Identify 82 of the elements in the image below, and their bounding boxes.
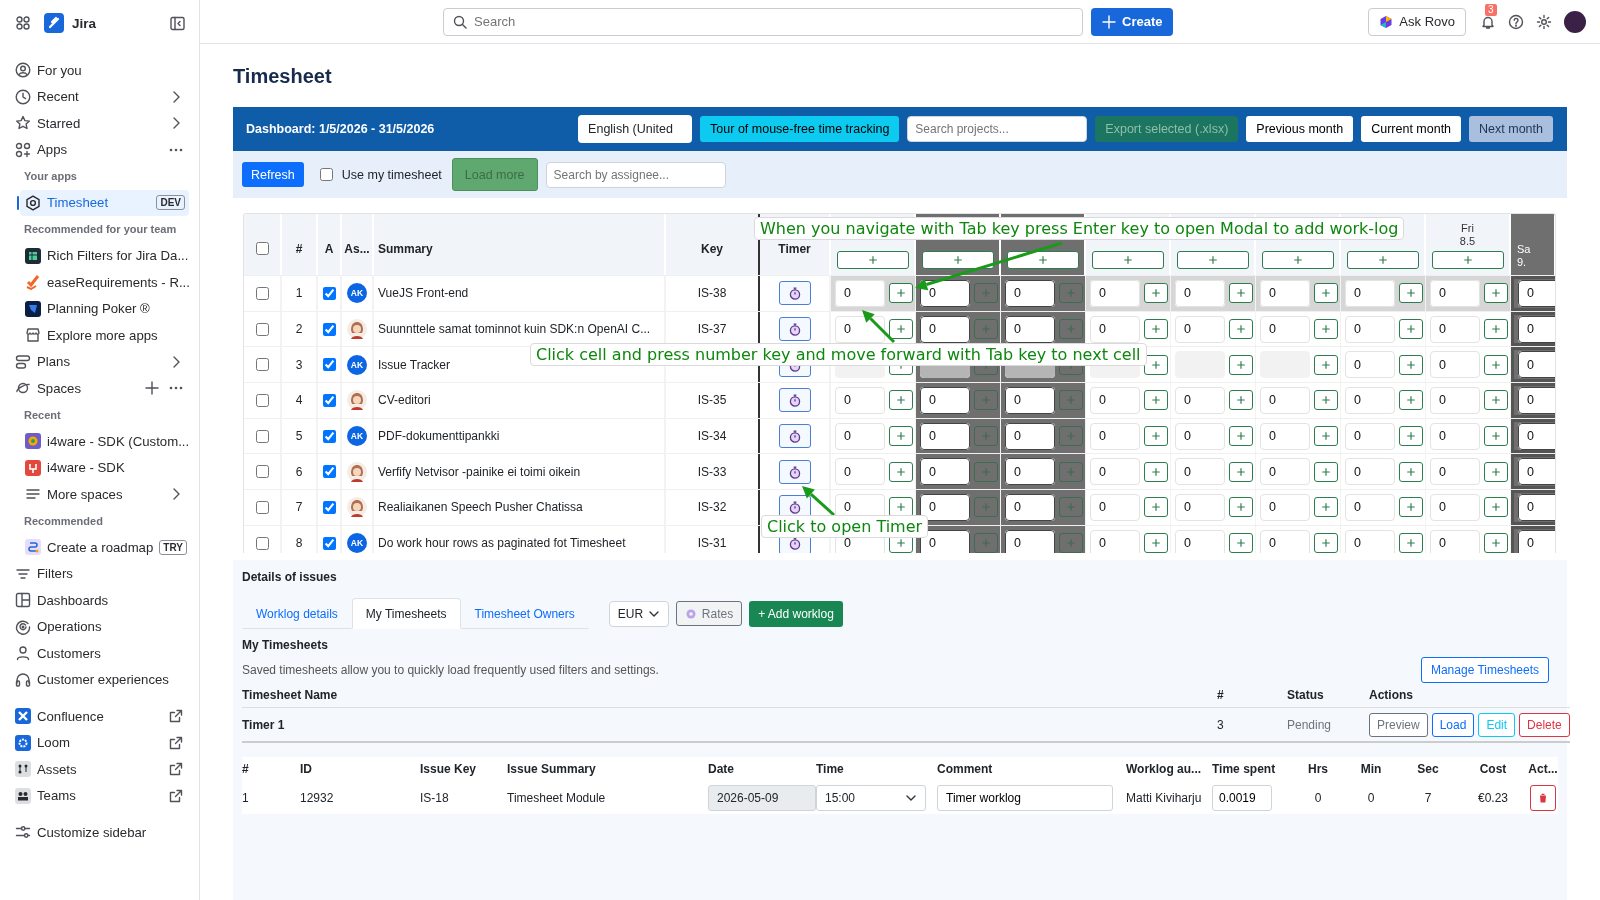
tag: DEV: [156, 195, 185, 211]
section-title: Details of issues: [242, 570, 338, 584]
column-header: ID: [300, 761, 313, 778]
day-label: 9.: [1517, 256, 1527, 269]
column-header: Hrs: [1307, 761, 1329, 778]
column-header: Time spent: [1212, 761, 1277, 778]
section-heading: Recent: [23, 407, 62, 423]
row-number: 7: [295, 500, 303, 515]
table-cell-text: €0.23: [1477, 789, 1509, 807]
row-number: 5: [295, 429, 303, 444]
issue-summary: VueJS Front-end: [378, 286, 469, 301]
row-number: 3: [295, 357, 303, 372]
table-cell-text: 1: [242, 789, 250, 807]
tag: TRY: [159, 539, 187, 555]
issue-summary: Issue Tracker: [378, 357, 451, 372]
annotation-tooltip: Click to open Timer: [761, 515, 929, 538]
table-cell: 3: [1217, 708, 1287, 743]
issue-summary: PDF-dokumenttipankki: [378, 429, 500, 444]
column-header: Issue Summary: [507, 761, 597, 778]
column-header: Act...: [1528, 761, 1558, 778]
issue-key: IS-35: [697, 393, 727, 408]
avatar: AK: [347, 426, 367, 447]
row-number: 2: [295, 322, 303, 337]
table-cell-text: Matti Kiviharju: [1126, 789, 1203, 807]
column-header: Timer: [778, 241, 811, 256]
issue-summary: CV-editori: [378, 393, 431, 408]
checkbox-label: Use my timesheet: [341, 167, 442, 182]
row-number: 1: [295, 286, 303, 301]
section-heading: Your apps: [23, 169, 78, 185]
column-header: Timesheet Name: [242, 683, 1217, 708]
column-header: Date: [708, 761, 735, 778]
table-cell-text: 0: [1313, 789, 1323, 807]
table-cell-text: Timesheet Module: [507, 789, 607, 807]
issue-key: IS-38: [697, 286, 727, 301]
annotation-tooltip: Click cell and press number key and move forward with Tab key to next cell: [530, 343, 1147, 366]
avatar: AK: [347, 283, 367, 304]
day-label: Fri: [1461, 222, 1474, 235]
issue-key: IS-33: [697, 464, 727, 479]
row-number: 4: [295, 393, 303, 408]
table-cell-text: 0: [1366, 789, 1376, 807]
issue-summary: Realiaikanen Speech Pusher Chatissa: [378, 500, 583, 515]
issue-summary: Verfify Netvisor -painike ei toimi oikein: [378, 464, 581, 479]
column-header: Worklog au...: [1126, 761, 1203, 778]
column-header: Issue Key: [420, 761, 478, 778]
issue-key: IS-31: [697, 536, 727, 551]
column-header: Cost: [1478, 761, 1508, 778]
column-header: Comment: [937, 761, 994, 778]
page-title: Timesheet: [233, 64, 333, 88]
avatar: AK: [347, 354, 367, 375]
notification-count: 3: [1485, 3, 1497, 16]
column-header: Sec: [1416, 761, 1440, 778]
row-number: 8: [295, 536, 303, 551]
column-header: #: [242, 761, 250, 778]
description: Saved timesheets allow you to quickly load frequently used filters and settings.: [242, 663, 659, 677]
column-header: Time: [816, 761, 845, 778]
avatar: AK: [347, 533, 367, 553]
section-title: My Timesheets: [242, 638, 329, 652]
issue-key: IS-32: [697, 500, 727, 515]
issue-key: IS-37: [697, 322, 727, 337]
day-label: Sa: [1517, 243, 1531, 256]
product-name: Jira: [72, 15, 97, 31]
issue-summary: Do work hour rows as paginated fot Timesheet: [378, 536, 626, 551]
column-header: #: [295, 241, 303, 256]
column-header: #: [1217, 683, 1287, 708]
section-heading: Recommended for your team: [23, 222, 178, 238]
table-cell-text: 7: [1423, 789, 1433, 807]
issue-key: IS-34: [697, 429, 727, 444]
column-header: Summary: [378, 241, 433, 256]
table-cell-text: 12932: [300, 789, 335, 807]
column-header: As...: [344, 241, 370, 256]
column-header: Actions: [1369, 683, 1570, 708]
day-label: 8.5: [1459, 235, 1476, 248]
row-number: 6: [295, 464, 303, 479]
table-cell: Timer 1: [242, 708, 1217, 743]
column-header: Status: [1287, 683, 1369, 708]
section-heading: Recommended: [23, 513, 104, 529]
column-header: Key: [701, 241, 723, 256]
column-header: A: [324, 241, 334, 256]
dashboard-title: Dashboard: 1/5/2026 - 31/5/2026: [246, 122, 435, 136]
issue-summary: Suunnttele samat tominnot kuin SDK:n OpenAI C...: [378, 322, 651, 337]
column-header: Min: [1359, 761, 1383, 778]
table-cell-text: IS-18: [420, 789, 450, 807]
